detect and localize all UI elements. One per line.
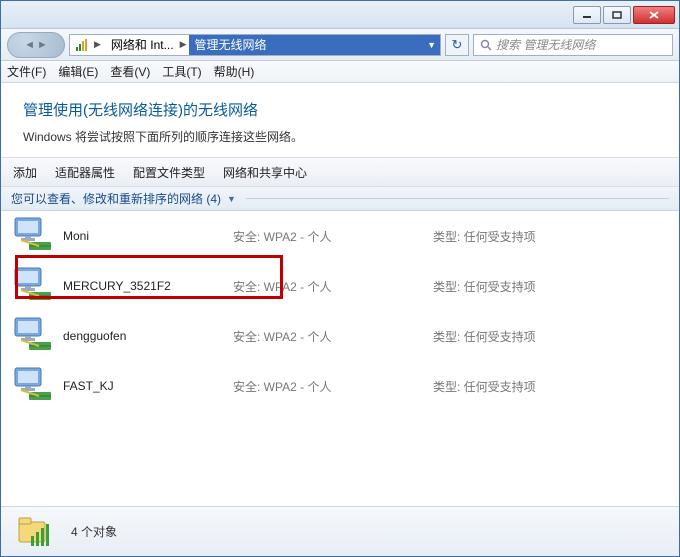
menu-file[interactable]: 文件(F) [7,63,46,80]
folder-signal-icon [17,514,57,550]
network-security: 安全: WPA2 - 个人 [233,328,433,345]
statusbar: 4 个对象 [1,506,679,556]
network-icon [11,216,55,256]
refresh-button[interactable]: ↻ [445,34,469,56]
network-security: 安全: WPA2 - 个人 [233,278,433,295]
refresh-icon: ↻ [452,37,463,53]
network-security: 安全: WPA2 - 个人 [233,228,433,245]
toolbar-sharing[interactable]: 网络和共享中心 [223,164,307,181]
menu-help[interactable]: 帮助(H) [214,63,255,80]
network-security: 安全: WPA2 - 个人 [233,378,433,395]
network-row[interactable]: dengguofen安全: WPA2 - 个人类型: 任何受支持项 [1,311,679,361]
back-forward-buttons[interactable]: ◄ ► [7,32,65,58]
network-type: 类型: 任何受支持项 [433,328,669,345]
network-type: 类型: 任何受支持项 [433,228,669,245]
network-list: Moni安全: WPA2 - 个人类型: 任何受支持项 MERCURY_3521… [1,211,679,506]
group-header[interactable]: 您可以查看、修改和重新排序的网络 (4) ▼ [1,187,679,211]
content-header: 管理使用(无线网络连接)的无线网络 Windows 将尝试按照下面所列的顺序连接… [1,83,679,157]
toolbar: 添加 适配器属性 配置文件类型 网络和共享中心 [1,157,679,187]
network-row[interactable]: Moni安全: WPA2 - 个人类型: 任何受支持项 [1,211,679,261]
breadcrumb-current[interactable]: 管理无线网络 [189,35,424,55]
search-icon [480,39,492,51]
search-input[interactable]: 搜索 管理无线网络 [473,34,673,56]
network-icon [11,366,55,406]
chevron-down-icon: ▼ [227,194,236,204]
network-row[interactable]: MERCURY_3521F2安全: WPA2 - 个人类型: 任何受支持项 [1,261,679,311]
maximize-button[interactable] [603,6,631,24]
search-placeholder: 搜索 管理无线网络 [496,36,595,53]
chevron-right-icon: ▶ [178,39,189,50]
page-title: 管理使用(无线网络连接)的无线网络 [23,99,657,120]
forward-icon: ► [37,39,48,51]
chevron-right-icon: ▶ [92,39,103,50]
close-button[interactable] [633,6,675,24]
toolbar-adapter[interactable]: 适配器属性 [55,164,115,181]
network-name: FAST_KJ [63,379,233,393]
minimize-button[interactable] [573,6,601,24]
network-type: 类型: 任何受支持项 [433,378,669,395]
network-row[interactable]: FAST_KJ安全: WPA2 - 个人类型: 任何受支持项 [1,361,679,411]
menu-edit[interactable]: 编辑(E) [58,63,98,80]
network-name: Moni [63,229,233,243]
divider [246,198,669,199]
status-count: 4 个对象 [71,523,117,540]
toolbar-add[interactable]: 添加 [13,164,37,181]
toolbar-profiletype[interactable]: 配置文件类型 [133,164,205,181]
nav-row: ◄ ► ▶ 网络和 Int... ▶ 管理无线网络 ▼ ↻ 搜索 管理无线网络 [1,29,679,61]
menu-tools[interactable]: 工具(T) [162,63,201,80]
network-icon [11,316,55,356]
back-icon: ◄ [24,39,35,51]
network-name: dengguofen [63,329,233,343]
menubar: 文件(F) 编辑(E) 查看(V) 工具(T) 帮助(H) [1,61,679,83]
signal-bars-icon [74,37,90,53]
page-subtitle: Windows 将尝试按照下面所列的顺序连接这些网络。 [23,128,657,145]
group-header-label: 您可以查看、修改和重新排序的网络 (4) [11,190,221,207]
network-icon [11,266,55,306]
breadcrumb-segment[interactable]: 网络和 Int... [107,36,178,53]
network-name: MERCURY_3521F2 [63,279,233,293]
address-bar[interactable]: ▶ 网络和 Int... ▶ 管理无线网络 ▼ [69,34,441,56]
explorer-window: ◄ ► ▶ 网络和 Int... ▶ 管理无线网络 ▼ ↻ 搜索 管理无线网络 … [0,0,680,557]
network-type: 类型: 任何受支持项 [433,278,669,295]
chevron-down-icon[interactable]: ▼ [423,35,440,55]
titlebar [1,1,679,29]
menu-view[interactable]: 查看(V) [110,63,150,80]
